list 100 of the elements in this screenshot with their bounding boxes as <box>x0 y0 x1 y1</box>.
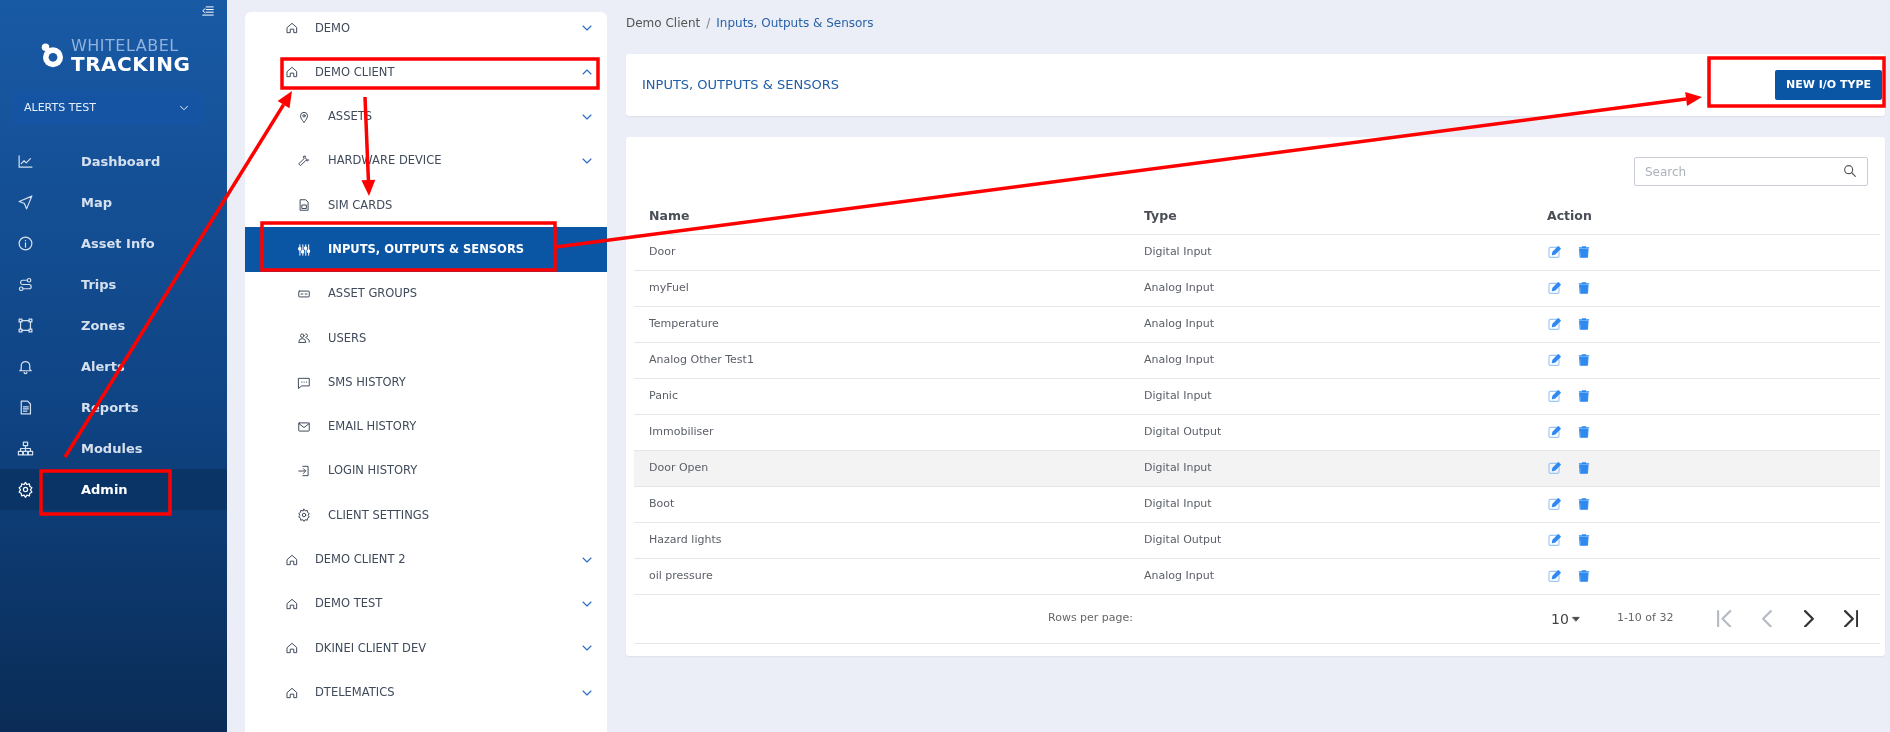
account-selector[interactable]: ALERTS TEST <box>12 91 203 125</box>
edit-button[interactable] <box>1547 315 1563 332</box>
edit-button[interactable] <box>1547 387 1563 404</box>
edit-icon <box>1547 531 1563 548</box>
tree-item[interactable]: DEMO CLIENT 2 <box>245 537 607 582</box>
table-cell: Analog Other Test1 <box>634 342 1129 378</box>
delete-button[interactable] <box>1577 243 1591 260</box>
trash-icon <box>1577 567 1591 584</box>
previous-page-icon <box>1761 609 1772 628</box>
new-io-type-button[interactable]: NEW I/O TYPE <box>1774 69 1882 101</box>
sidebar-item[interactable]: Modules <box>0 428 227 469</box>
delete-button[interactable] <box>1577 315 1591 332</box>
settings-icon <box>17 481 34 498</box>
sidebar-item[interactable]: Zones <box>0 305 227 346</box>
edit-button[interactable] <box>1547 423 1563 440</box>
breadcrumb-separator: / <box>706 15 711 32</box>
home-icon <box>285 685 299 700</box>
tree-item[interactable]: DEMO TEST <box>245 581 607 627</box>
delete-button[interactable] <box>1577 531 1591 548</box>
edit-icon <box>1547 387 1563 404</box>
route-icon <box>17 276 34 293</box>
wrench-icon <box>297 154 311 169</box>
home-icon <box>285 552 299 567</box>
sidebar-item[interactable]: Dashboard <box>0 141 227 182</box>
edit-button[interactable] <box>1547 351 1563 368</box>
table-cell: Immobiliser <box>634 414 1129 450</box>
edit-icon <box>1547 243 1563 260</box>
next-page-icon <box>1803 609 1814 628</box>
table-cell: Door Open <box>634 450 1129 486</box>
rows-per-page-select[interactable]: 10 <box>1551 613 1581 624</box>
tree-item[interactable]: CLIENT SETTINGS <box>245 493 607 538</box>
tree-item[interactable]: DEMO CLIENT <box>245 50 607 95</box>
tree-item[interactable]: SIM CARDS <box>245 183 607 228</box>
menu-collapse-icon <box>201 4 215 18</box>
page-title: INPUTS, OUTPUTS & SENSORS <box>642 76 839 95</box>
sidebar-item[interactable]: Map <box>0 182 227 223</box>
hierarchy-icon <box>17 440 34 457</box>
delete-button[interactable] <box>1577 459 1591 476</box>
breadcrumb-current: Inputs, Outputs & Sensors <box>716 15 874 32</box>
delete-button[interactable] <box>1577 351 1591 368</box>
trash-icon <box>1577 423 1591 440</box>
table-cell: Digital Input <box>1129 486 1532 522</box>
delete-button[interactable] <box>1577 567 1591 584</box>
table-cell: Hazard lights <box>634 522 1129 558</box>
bell-icon <box>17 358 34 375</box>
trash-icon <box>1577 459 1591 476</box>
home-icon <box>285 65 299 80</box>
brand-name-top: WHITELABEL <box>71 38 180 54</box>
table-cell: Digital Output <box>1129 522 1532 558</box>
table-cell: Digital Output <box>1129 414 1532 450</box>
search-field[interactable]: Search <box>1634 157 1868 186</box>
delete-button[interactable] <box>1577 495 1591 512</box>
sidebar-item[interactable]: Admin <box>0 469 227 510</box>
column-header: Action <box>1532 200 1880 234</box>
edit-button[interactable] <box>1547 567 1563 584</box>
brand-name-bottom: TRACKING <box>71 54 191 74</box>
tree-item[interactable]: LOGIN HISTORY <box>245 448 607 494</box>
breadcrumb-link[interactable]: Demo Client <box>626 14 701 34</box>
edit-button[interactable] <box>1547 243 1563 260</box>
table-cell: Panic <box>634 378 1129 414</box>
edit-icon <box>1547 279 1563 296</box>
table-cell: Boot <box>634 486 1129 522</box>
delete-button[interactable] <box>1577 279 1591 296</box>
sidebar-item[interactable]: Asset Info <box>0 223 227 264</box>
page-range: 1-10 of 32 <box>1616 610 1674 627</box>
tree-item[interactable]: SMS HISTORY <box>245 360 607 405</box>
edit-button[interactable] <box>1547 459 1563 476</box>
table-cell: Analog Input <box>1129 270 1532 306</box>
sim-card-icon <box>297 198 311 213</box>
tree-item[interactable]: DEMO <box>245 12 607 51</box>
navigation-arrow-icon <box>17 194 34 211</box>
tree-item[interactable]: ASSET GROUPS <box>245 271 607 317</box>
delete-button[interactable] <box>1577 423 1591 440</box>
last-page-button[interactable] <box>1843 609 1858 628</box>
collapse-menu-button[interactable] <box>201 4 215 18</box>
home-icon <box>285 597 299 611</box>
tree-item[interactable]: USERS <box>245 316 607 361</box>
sliders-icon <box>297 242 311 257</box>
edit-button[interactable] <box>1547 531 1563 548</box>
settings-icon <box>297 508 311 523</box>
login-icon <box>297 464 311 479</box>
edit-icon <box>1547 423 1563 440</box>
table-cell: Digital Input <box>1129 234 1532 270</box>
first-page-icon <box>1717 609 1732 628</box>
next-page-button[interactable] <box>1803 609 1814 628</box>
delete-button[interactable] <box>1577 387 1591 404</box>
edit-icon <box>1547 315 1563 332</box>
table-cell: Door <box>634 234 1129 270</box>
zone-icon <box>17 317 34 334</box>
edit-button[interactable] <box>1547 279 1563 296</box>
rows-per-page-label: Rows per page: <box>1048 610 1134 627</box>
tree-item[interactable]: DKINEI CLIENT DEV <box>245 626 607 671</box>
edit-icon <box>1547 351 1563 368</box>
trash-icon <box>1577 495 1591 512</box>
tree-item[interactable]: INPUTS, OUTPUTS & SENSORS <box>245 227 607 272</box>
tree-item[interactable]: EMAIL HISTORY <box>245 404 607 449</box>
sidebar-item[interactable]: Trips <box>0 264 227 305</box>
trash-icon <box>1577 243 1591 260</box>
tree-item[interactable]: DTELEMATICS <box>245 670 607 715</box>
edit-button[interactable] <box>1547 495 1563 512</box>
